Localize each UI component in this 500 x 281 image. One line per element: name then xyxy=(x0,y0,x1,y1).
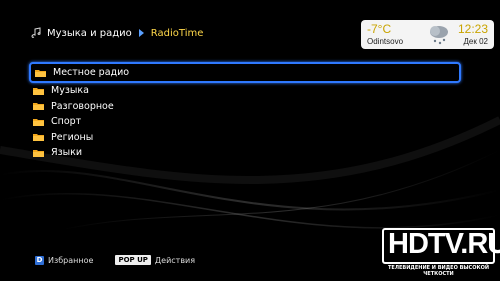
breadcrumb: Музыка и радио RadioTime xyxy=(30,27,203,39)
radio-category-list: Местное радио Музыка Разговорное Спорт Р… xyxy=(29,62,461,161)
folder-icon xyxy=(33,87,44,95)
list-item-label: Местное радио xyxy=(53,67,130,78)
list-item[interactable]: Музыка xyxy=(29,83,461,99)
logo-tagline: ТЕЛЕВИДЕНИЕ И ВИДЕО ВЫСОКОЙ ЧЕТКОСТИ xyxy=(388,265,489,277)
folder-icon xyxy=(33,134,44,142)
hdtv-watermark-logo: HDTV.RU ТЕЛЕВИДЕНИЕ И ВИДЕО ВЫСОКОЙ ЧЕТК… xyxy=(382,228,500,277)
folder-icon xyxy=(33,118,44,126)
list-item-label: Языки xyxy=(51,147,83,159)
snow-cloud-icon xyxy=(430,26,448,45)
list-item-label: Регионы xyxy=(51,131,94,143)
clock-date: Дек 02 xyxy=(463,37,489,46)
list-item[interactable]: Регионы xyxy=(29,130,461,146)
list-item-label: Спорт xyxy=(51,116,82,128)
list-item[interactable]: Языки xyxy=(29,145,461,161)
actions-hint-label: Действия xyxy=(154,255,196,265)
footer-hints: D Избранное POP UP Действия xyxy=(35,255,195,265)
list-item-label: Разговорное xyxy=(51,100,114,112)
d-key-badge[interactable]: D xyxy=(35,255,44,265)
list-item-label: Музыка xyxy=(51,85,89,97)
breadcrumb-current: RadioTime xyxy=(150,27,204,39)
breadcrumb-separator-icon xyxy=(138,29,144,37)
weather-city: Odintsovo xyxy=(367,37,404,46)
popup-key-badge[interactable]: POP UP xyxy=(115,255,151,265)
weather-temperature: -7°C xyxy=(367,22,392,36)
favorites-hint-label: Избранное xyxy=(48,255,94,265)
weather-widget: -7°C Odintsovo 12:23 Дек 02 xyxy=(361,20,494,49)
clock-time: 12:23 xyxy=(457,22,488,36)
breadcrumb-parent[interactable]: Музыка и радио xyxy=(47,28,132,39)
list-item[interactable]: Разговорное xyxy=(29,99,461,115)
logo-text: HDTV.RU xyxy=(388,228,500,260)
folder-icon xyxy=(33,103,44,111)
folder-icon xyxy=(33,149,44,157)
music-note-icon xyxy=(31,27,41,38)
list-item[interactable]: Местное радио xyxy=(29,62,461,83)
folder-icon xyxy=(35,69,46,77)
list-item[interactable]: Спорт xyxy=(29,114,461,130)
